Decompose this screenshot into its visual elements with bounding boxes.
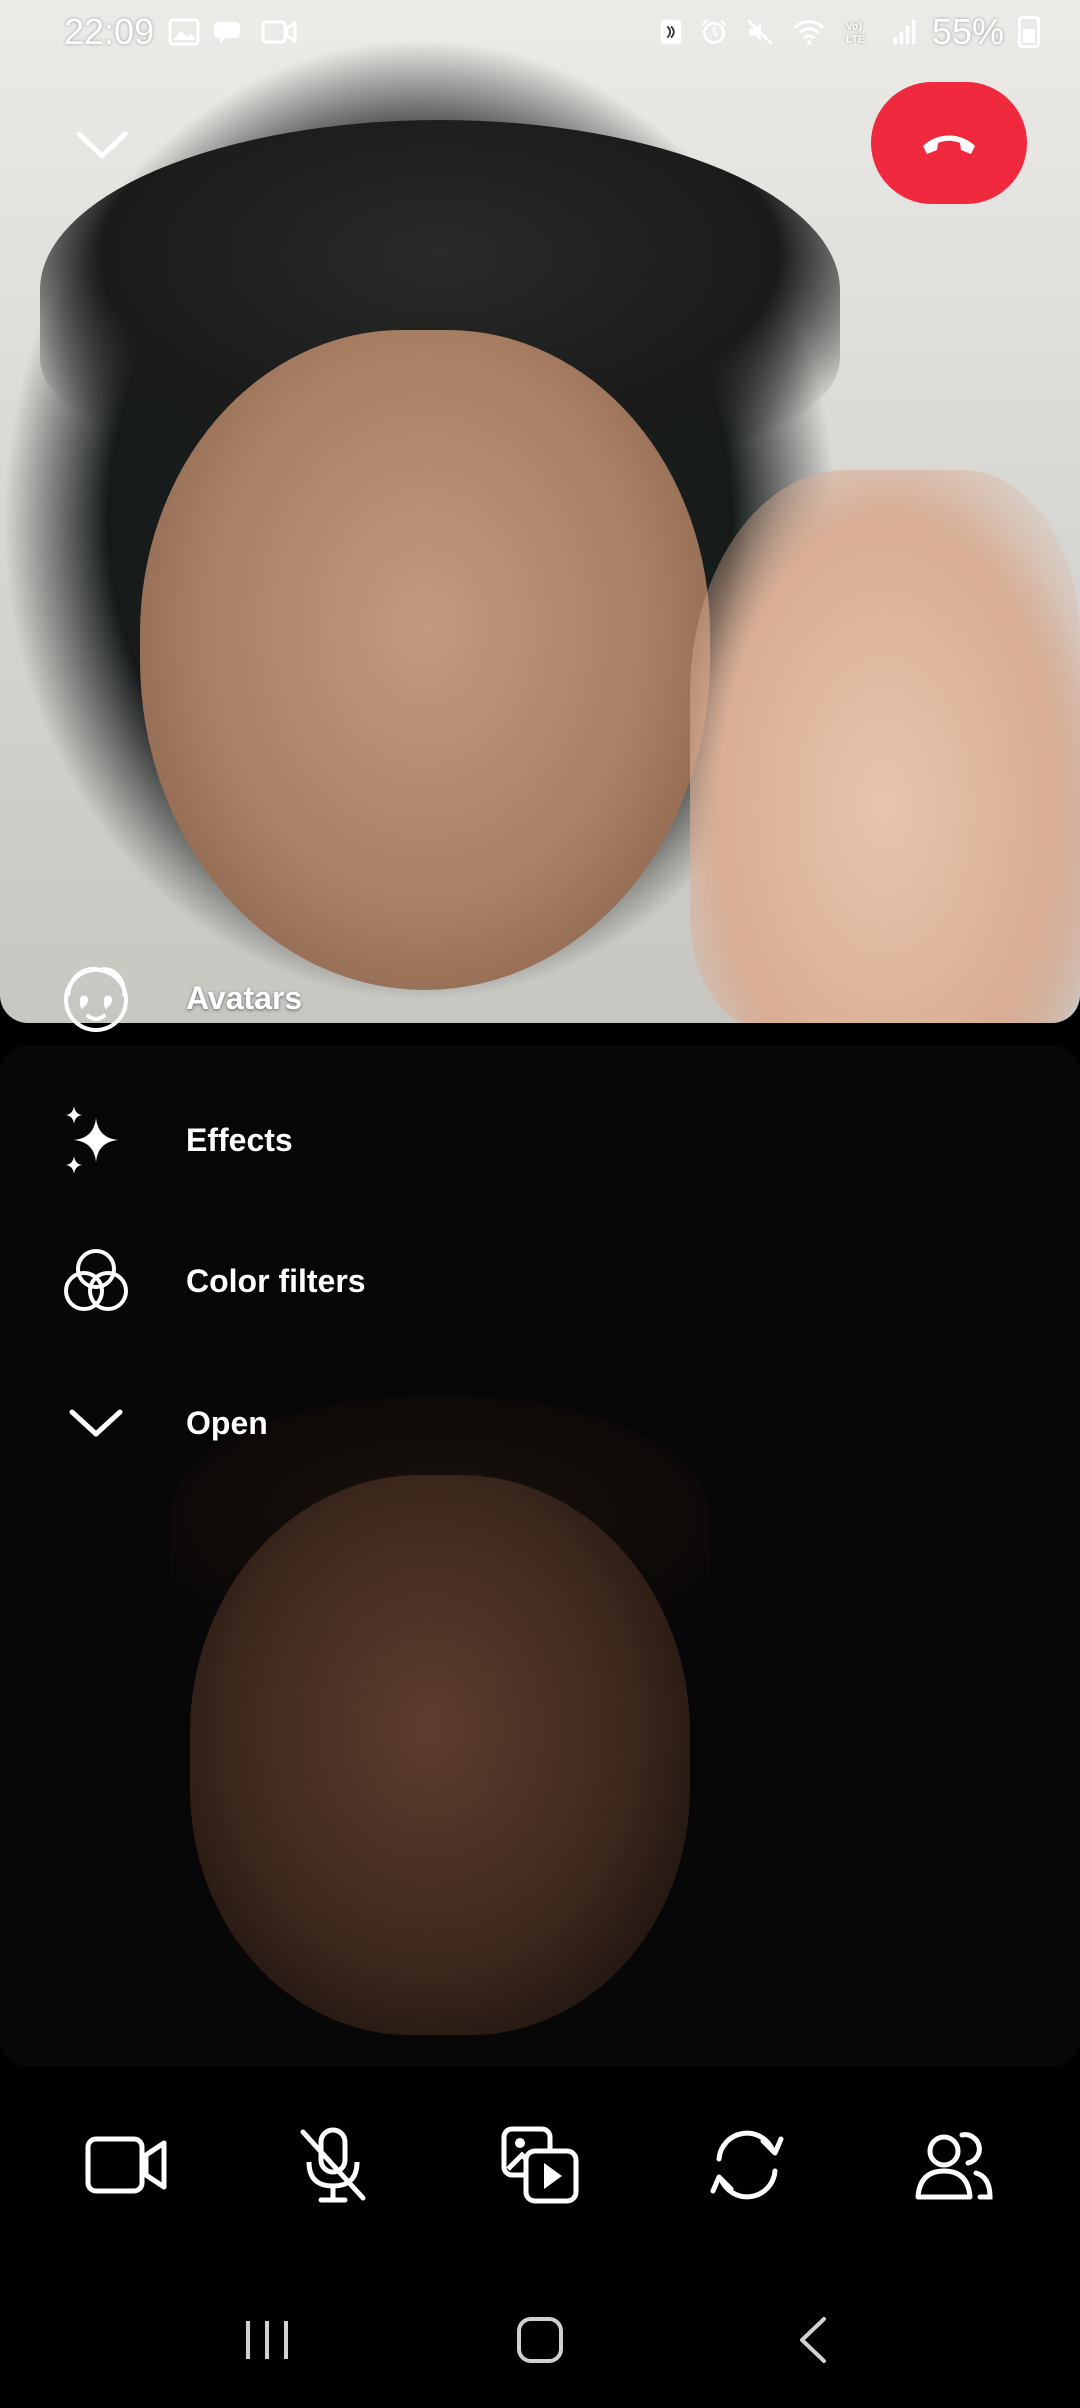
chevron-down-icon (76, 131, 128, 159)
back-icon (800, 2317, 827, 2363)
gallery-icon (168, 18, 200, 46)
microphone-toggle-button[interactable] (273, 2110, 393, 2220)
chevron-down-icon (58, 1385, 134, 1461)
status-time: 22:09 (64, 11, 155, 52)
flip-camera-button[interactable] (687, 2110, 807, 2220)
mic-muted-icon (300, 2127, 366, 2203)
end-call-button[interactable] (871, 82, 1027, 204)
menu-label-avatars: Avatars (186, 979, 303, 1016)
participants-button[interactable] (894, 2110, 1014, 2220)
self-view-face (190, 1475, 690, 2035)
back-button[interactable] (758, 2295, 868, 2385)
recents-icon (245, 2321, 288, 2359)
alarm-icon (701, 19, 727, 44)
minimize-call-button[interactable] (60, 110, 144, 180)
battery-percentage: 55% (931, 11, 1004, 52)
menu-label-effects: Effects (186, 1121, 293, 1158)
call-controls-bar (0, 2110, 1080, 2220)
menu-item-open[interactable]: Open (0, 1373, 600, 1473)
avatar-icon (58, 960, 134, 1036)
sparkles-icon (58, 1102, 134, 1178)
menu-item-effects[interactable]: Effects (0, 1090, 600, 1190)
mute-icon (747, 19, 773, 45)
video-camera-icon (85, 2136, 167, 2194)
flip-camera-icon (710, 2130, 784, 2200)
wifi-icon (793, 20, 824, 45)
add-people-icon (915, 2132, 993, 2200)
nfc-icon (660, 19, 682, 45)
menu-item-color-filters[interactable]: Color filters (0, 1231, 600, 1331)
remote-video-hand (690, 470, 1080, 1023)
status-bar: 22:09 Vo) LTE 55% (0, 0, 1080, 64)
camera-toggle-button[interactable] (66, 2110, 186, 2220)
media-share-icon (501, 2126, 579, 2204)
menu-label-open: Open (186, 1404, 268, 1441)
svg-text:Vo): Vo) (846, 20, 862, 32)
self-view-video-feed[interactable] (0, 1045, 1080, 2067)
remote-video-face (140, 330, 710, 990)
battery-icon (1018, 16, 1040, 48)
video-icon (261, 20, 297, 44)
recents-button[interactable] (212, 2295, 322, 2385)
system-navigation-bar (0, 2290, 1080, 2390)
share-media-button[interactable] (480, 2110, 600, 2220)
chat-bubble-icon (214, 22, 241, 43)
signal-icon (893, 19, 916, 45)
phone-hangup-icon (923, 135, 975, 154)
menu-item-avatars[interactable]: Avatars (0, 948, 600, 1048)
volte-icon: Vo) LTE (846, 20, 865, 46)
color-filters-icon (58, 1243, 134, 1319)
svg-text:LTE: LTE (846, 34, 865, 46)
home-button[interactable] (485, 2295, 595, 2385)
menu-label-color-filters: Color filters (186, 1262, 366, 1299)
home-icon (516, 2317, 563, 2363)
